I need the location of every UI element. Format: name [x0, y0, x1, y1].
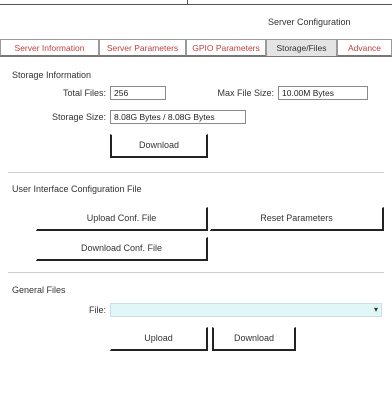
general-download-button[interactable]: Download: [212, 327, 296, 351]
window-title-bar: Server Configuration: [0, 15, 392, 31]
tab-bar: Server Information Server Parameters GPI…: [0, 39, 392, 57]
file-select[interactable]: ▾: [110, 303, 382, 317]
tab-server-parameters[interactable]: Server Parameters: [99, 39, 186, 56]
tab-advance[interactable]: Advance: [337, 39, 392, 56]
tab-gpio-parameters[interactable]: GPIO Parameters: [186, 39, 266, 56]
download-conf-file-button[interactable]: Download Conf. File: [36, 237, 208, 261]
dropdown-arrow-icon[interactable]: ▾: [374, 305, 378, 314]
max-file-size-field[interactable]: 10.00M Bytes: [278, 86, 368, 100]
top-border: [0, 0, 392, 10]
upload-conf-file-button[interactable]: Upload Conf. File: [36, 207, 208, 231]
window-title: Server Configuration: [268, 17, 351, 27]
total-files-label: Total Files:: [62, 88, 106, 98]
storage-files-panel: Storage Information Total Files: 256 Max…: [0, 56, 392, 417]
top-border-line: [0, 4, 392, 5]
storage-size-field[interactable]: 8.08G Bytes / 8.08G Bytes: [110, 110, 246, 124]
max-file-size-label: Max File Size:: [217, 88, 274, 98]
general-files-section-title: General Files: [12, 285, 66, 295]
storage-download-button[interactable]: Download: [110, 134, 208, 158]
general-upload-button[interactable]: Upload: [110, 327, 208, 351]
section-divider: [8, 272, 384, 273]
tab-storage-files[interactable]: Storage/Files: [266, 39, 337, 57]
tab-server-information[interactable]: Server Information: [0, 39, 99, 56]
reset-parameters-button[interactable]: Reset Parameters: [210, 207, 384, 231]
total-files-field[interactable]: 256: [110, 86, 166, 100]
section-divider: [8, 172, 384, 173]
storage-size-label: Storage Size:: [51, 112, 106, 122]
ui-config-section-title: User Interface Configuration File: [12, 184, 142, 194]
storage-section-title: Storage Information: [12, 70, 92, 80]
file-label: File:: [88, 305, 106, 315]
top-border-tick: [187, 0, 188, 5]
